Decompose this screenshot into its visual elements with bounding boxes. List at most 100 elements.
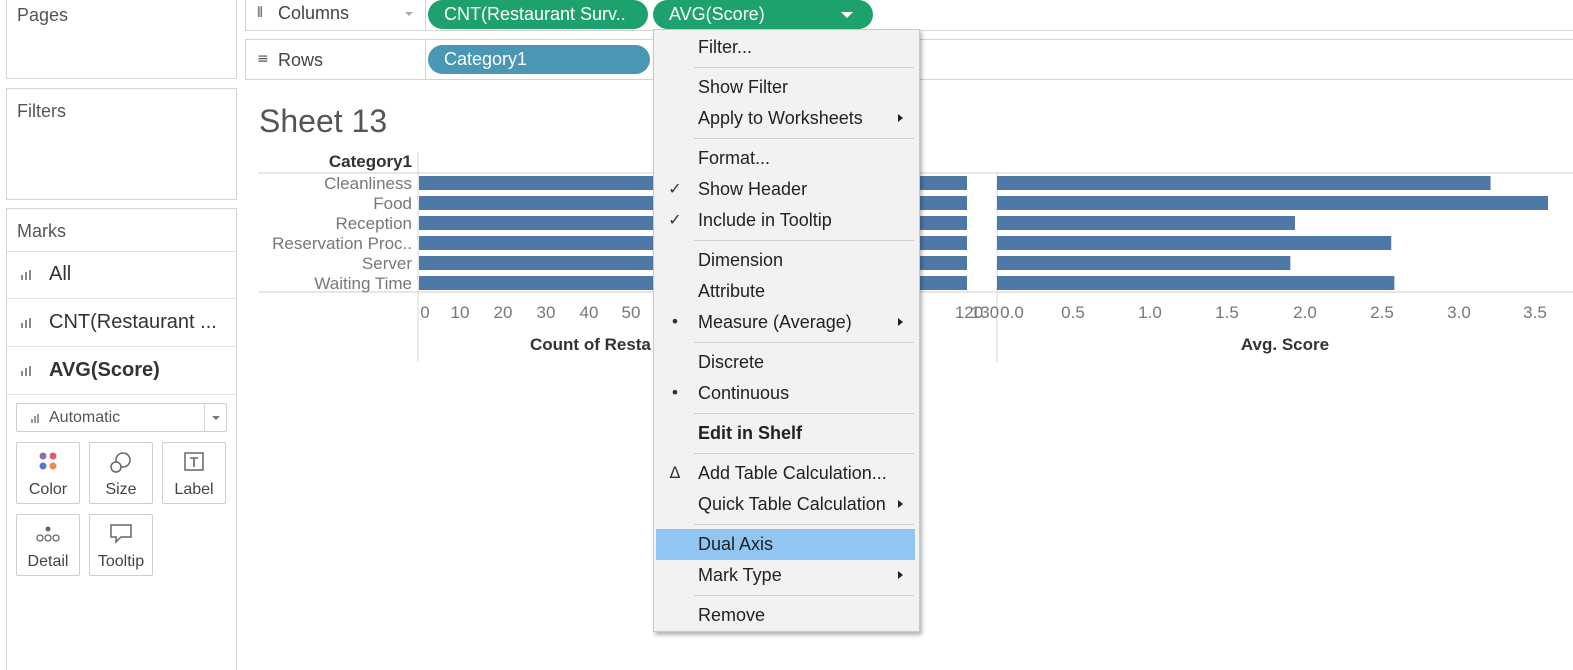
card-label: Tooltip	[97, 553, 145, 570]
category1-pill[interactable]: Category1	[428, 45, 650, 74]
rows-shelf-label: ≡ Rows	[246, 40, 426, 79]
bar	[997, 276, 1395, 290]
menu-item-attribute[interactable]: Attribute	[656, 276, 915, 307]
bullet-icon: •	[670, 312, 680, 331]
filters-panel[interactable]: Filters	[6, 88, 237, 200]
marks-row-label: CNT(Restaurant ...	[49, 311, 217, 333]
card-label: Color	[28, 481, 68, 498]
category-label: Cleanliness	[324, 174, 412, 193]
columns-icon: ⫴	[257, 5, 263, 21]
check-icon: ✓	[668, 179, 682, 198]
chevron-down-icon[interactable]	[204, 404, 226, 431]
menu-item-label: Show Header	[698, 179, 808, 199]
label-card[interactable]: Label	[162, 442, 226, 504]
menu-item-label: Dual Axis	[698, 534, 774, 554]
cnt-restaurant-pill[interactable]: CNT(Restaurant Surv..	[428, 0, 648, 29]
marks-row-all[interactable]: All	[7, 252, 236, 299]
marks-header: Marks	[7, 209, 236, 252]
color-card[interactable]: Color	[16, 442, 80, 504]
tick-label: 130	[971, 303, 999, 322]
mark-type-select[interactable]: Automatic	[16, 403, 227, 432]
marks-row-label: All	[49, 263, 72, 285]
menu-item-dual-axis[interactable]: Dual Axis	[656, 529, 915, 560]
context-menu: Filter... Show Filter Apply to Worksheets F…	[653, 29, 920, 632]
menu-item-label: Quick Table Calculation	[698, 494, 886, 514]
marks-title: Marks	[17, 221, 66, 241]
menu-item-show-header[interactable]: ✓ Show Header	[656, 174, 915, 205]
menu-item-label: Edit in Shelf	[698, 423, 803, 443]
bar-chart-icon	[31, 413, 43, 423]
menu-separator	[694, 413, 914, 414]
tick-label: 30	[537, 303, 556, 322]
tick-label: 0.0	[1000, 303, 1024, 322]
category-label: Waiting Time	[314, 274, 412, 293]
bullet-icon: •	[670, 383, 680, 402]
axis-title: Avg. Score	[1241, 335, 1329, 354]
pages-panel[interactable]: Pages	[6, 0, 237, 79]
pages-title: Pages	[17, 5, 69, 25]
menu-item-label: Apply to Worksheets	[698, 108, 863, 128]
tick-label: 1.0	[1138, 303, 1162, 322]
menu-item-add-table-calculation[interactable]: Δ Add Table Calculation...	[656, 458, 915, 489]
tick-label: 50	[622, 303, 641, 322]
size-card[interactable]: Size	[89, 442, 153, 504]
row-header: Category1	[329, 152, 412, 171]
menu-item-apply-to-worksheets[interactable]: Apply to Worksheets	[656, 103, 915, 134]
tick-label: 20	[494, 303, 513, 322]
chevron-right-icon	[898, 571, 903, 579]
menu-item-continuous[interactable]: • Continuous	[656, 378, 915, 409]
columns-shelf[interactable]: ⫴ Columns CNT(Restaurant Surv.. AVG(Scor…	[245, 0, 1573, 31]
menu-item-label: Attribute	[698, 281, 766, 301]
menu-item-label: Format...	[698, 148, 771, 168]
chevron-down-icon[interactable]	[841, 12, 853, 18]
menu-separator	[694, 138, 914, 139]
tick-label: 3.0	[1447, 303, 1471, 322]
bar	[997, 236, 1392, 250]
menu-item-label: Dimension	[698, 250, 784, 270]
menu-item-remove[interactable]: Remove	[656, 600, 915, 631]
menu-separator	[694, 595, 914, 596]
category-label: Reception	[335, 214, 412, 233]
bar	[997, 196, 1548, 210]
menu-item-mark-type[interactable]: Mark Type	[656, 560, 915, 591]
delta-icon: Δ	[669, 463, 681, 482]
pill-label: Category1	[444, 49, 528, 69]
menu-item-label: Continuous	[698, 383, 790, 403]
menu-item-discrete[interactable]: Discrete	[656, 347, 915, 378]
tick-label: 10	[451, 303, 470, 322]
text-label-icon	[184, 452, 204, 471]
menu-separator	[694, 342, 914, 343]
tooltip-bubble-icon	[110, 524, 132, 544]
menu-item-label: Discrete	[698, 352, 765, 372]
menu-item-show-filter[interactable]: Show Filter	[656, 72, 915, 103]
menu-item-measure-average[interactable]: • Measure (Average)	[656, 307, 915, 338]
detail-dots-icon	[36, 526, 60, 542]
chevron-down-icon[interactable]	[405, 12, 413, 16]
rows-icon: ≡	[257, 51, 269, 67]
avg-score-pill[interactable]: AVG(Score)	[653, 0, 873, 29]
tooltip-card[interactable]: Tooltip	[89, 514, 153, 576]
tick-label: 3.5	[1523, 303, 1547, 322]
category-label: Reservation Proc..	[272, 234, 412, 253]
bar-chart-icon	[21, 318, 33, 328]
menu-item-dimension[interactable]: Dimension	[656, 245, 915, 276]
menu-separator	[694, 524, 914, 525]
tick-label: 2.0	[1293, 303, 1317, 322]
menu-item-include-in-tooltip[interactable]: ✓ Include in Tooltip	[656, 205, 915, 236]
menu-item-filter[interactable]: Filter...	[656, 32, 915, 63]
menu-item-quick-table-calculation[interactable]: Quick Table Calculation	[656, 489, 915, 520]
menu-item-format[interactable]: Format...	[656, 143, 915, 174]
marks-row-cnt[interactable]: CNT(Restaurant ...	[7, 300, 236, 347]
menu-item-edit-in-shelf[interactable]: Edit in Shelf	[656, 418, 915, 449]
marks-row-avg-score[interactable]: AVG(Score)	[7, 348, 236, 395]
tick-label: 0.5	[1061, 303, 1085, 322]
color-palette-icon	[39, 452, 57, 470]
category-label: Food	[373, 194, 412, 213]
pill-label: AVG(Score)	[669, 4, 765, 24]
bar-chart-icon	[21, 270, 33, 280]
category-label: Server	[362, 254, 412, 273]
bar	[997, 256, 1291, 270]
mark-type-value: Automatic	[49, 409, 121, 426]
menu-item-label: Include in Tooltip	[698, 210, 832, 230]
detail-card[interactable]: Detail	[16, 514, 80, 576]
